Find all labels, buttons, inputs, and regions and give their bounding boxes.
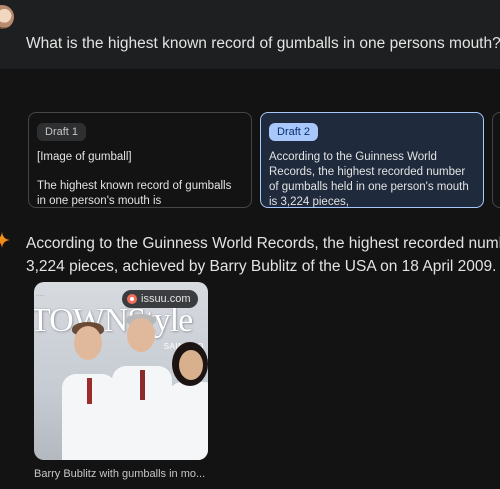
image-result-card[interactable]: ····· TOWNStyle SAINT LO issuu.com: [34, 282, 208, 460]
draft-1-label: Draft 1: [37, 123, 87, 141]
draft-card-1[interactable]: Draft 1 [Image of gumball] The highest k…: [28, 112, 252, 208]
draft-2-preview: According to the Guinness World Records,…: [269, 151, 469, 208]
user-avatar[interactable]: [0, 5, 14, 29]
draft-2-label: Draft 2: [269, 123, 319, 141]
draft-1-line1: [Image of gumball]: [37, 151, 132, 163]
image-source-label: issuu.com: [141, 293, 191, 305]
image-caption[interactable]: Barry Bublitz with gumballs in mo...: [34, 468, 205, 480]
draft-card-3[interactable]: [492, 112, 500, 208]
user-query-bar: What is the highest known record of gumb…: [0, 0, 500, 69]
gemini-sparkle-icon: [0, 232, 10, 248]
chat-page: What is the highest known record of gumb…: [0, 0, 500, 489]
magazine-header-strip: ·····: [36, 293, 45, 299]
answer-line-1: According to the Guinness World Records,…: [26, 235, 500, 252]
answer-text: According to the Guinness World Records,…: [26, 232, 500, 278]
draft-1-preview: [Image of gumball] The highest known rec…: [37, 150, 243, 207]
issuu-logo-icon: [127, 294, 137, 304]
draft-1-line2: The highest known record of gumballs in …: [37, 180, 232, 207]
answer-line-2: 3,224 pieces, achieved by Barry Bublitz …: [26, 258, 497, 275]
user-query-text: What is the highest known record of gumb…: [26, 35, 500, 52]
image-source-badge[interactable]: issuu.com: [122, 290, 198, 308]
draft-card-2[interactable]: Draft 2 According to the Guinness World …: [260, 112, 484, 208]
